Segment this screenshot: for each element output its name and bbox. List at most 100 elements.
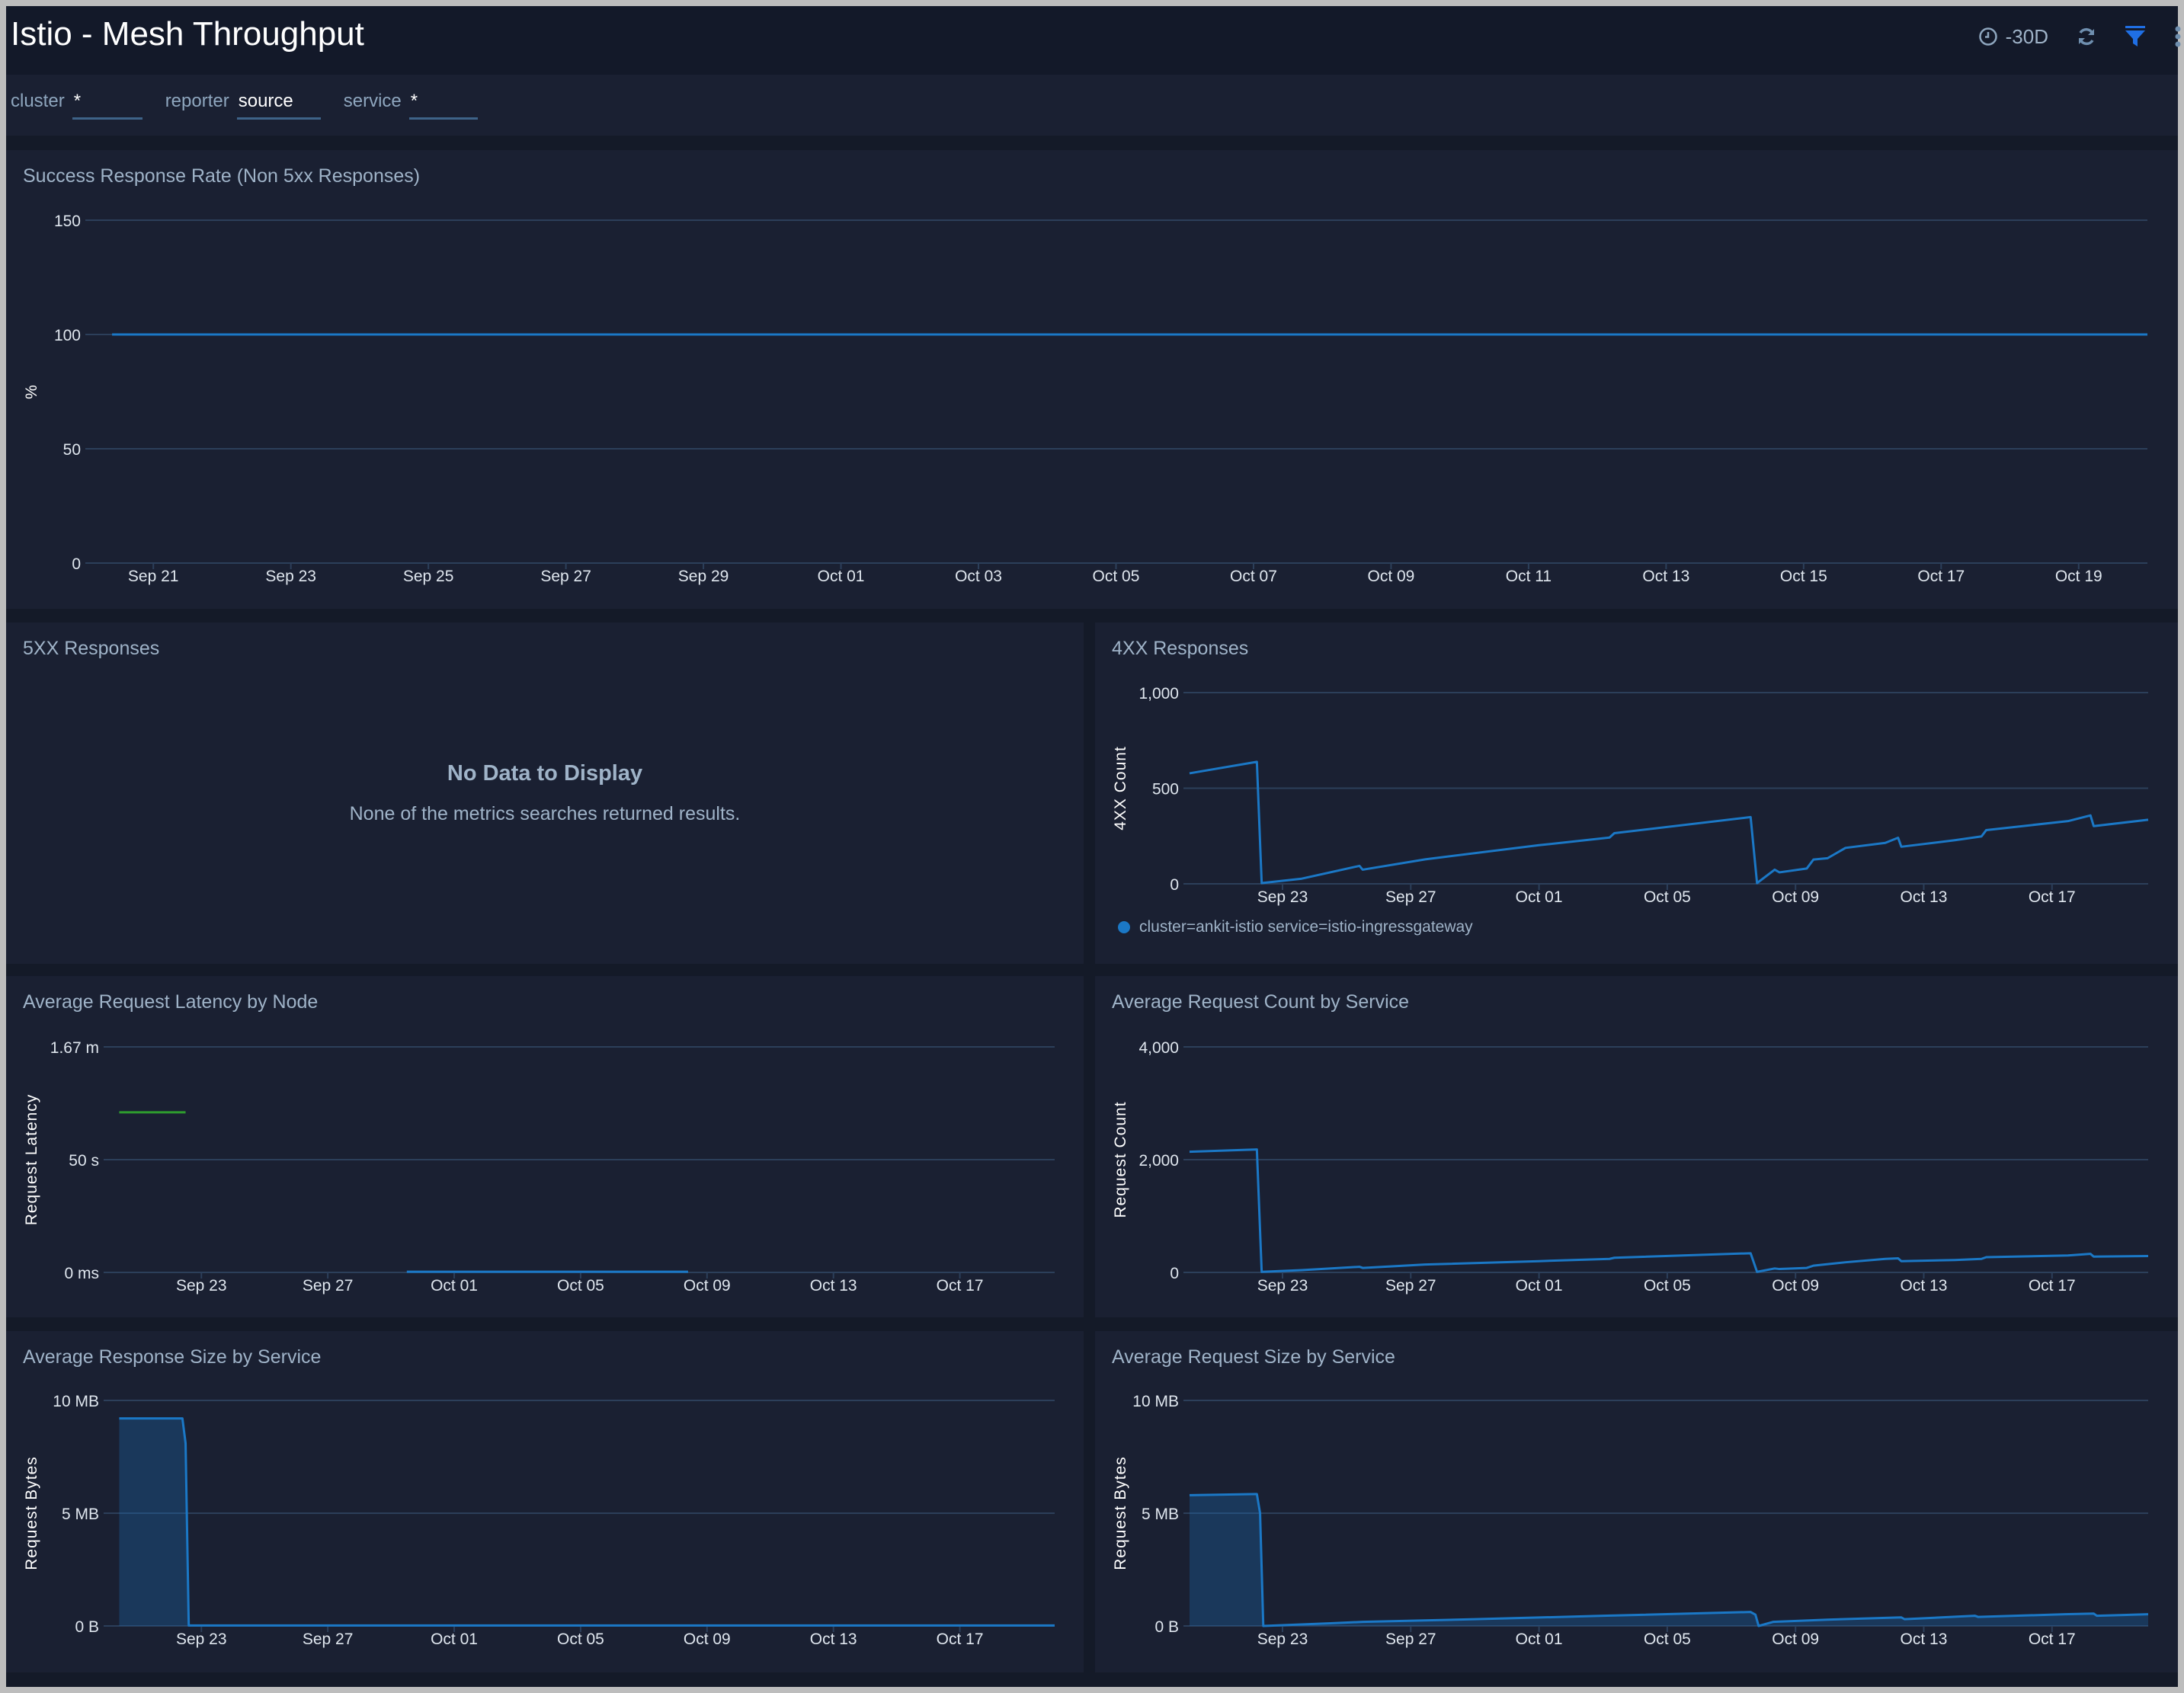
x-tick-label: Sep 23 <box>265 568 316 585</box>
x-tick-label: Oct 17 <box>2029 888 2076 906</box>
reporter-filter-input[interactable]: source <box>236 91 321 120</box>
panel-4xx-responses: 4XX Responses 0 500 1,000 Sep 23 Sep 27 Oct 0… <box>1095 622 2178 964</box>
x-tick-label: Oct 01 <box>818 568 865 585</box>
filter-icon <box>2125 26 2145 46</box>
cluster-filter-input[interactable]: * <box>72 91 143 120</box>
panel-title[interactable]: Average Request Latency by Node <box>23 991 318 1013</box>
y-tick-label: 1.67 m <box>50 1039 99 1057</box>
y-tick-label: 5 MB <box>62 1506 99 1523</box>
y-tick-label: 1,000 <box>1138 685 1179 702</box>
x-tick-label: Oct 17 <box>2029 1631 2076 1648</box>
x-tick-label: Oct 03 <box>955 568 1002 585</box>
dashboard: Istio - Mesh Throughput -30D cluster * r… <box>6 6 2181 1687</box>
series-line <box>1189 760 2149 885</box>
legend-color-swatch <box>1118 921 1130 933</box>
y-tick-label: 0 <box>72 555 81 573</box>
x-tick-label: Oct 09 <box>1772 1277 1819 1295</box>
panel-5xx-responses: 5XX Responses No Data to Display None of… <box>6 622 1084 964</box>
x-tick-label: Sep 27 <box>1385 1631 1436 1648</box>
y-axis-label: 4XX Count <box>1112 746 1129 830</box>
x-tick-label: Oct 17 <box>1917 568 1965 585</box>
no-data-message: None of the metrics searches returned re… <box>349 803 741 824</box>
x-tick-label: Oct 17 <box>937 1631 984 1648</box>
x-tick-label: Oct 05 <box>557 1277 604 1295</box>
y-tick-label: 50 <box>63 441 81 459</box>
x-tick-label: Oct 05 <box>1644 1277 1691 1295</box>
x-tick-label: Oct 19 <box>2055 568 2102 585</box>
x-tick-label: Oct 05 <box>1644 1631 1691 1648</box>
header-controls: -30D <box>1978 21 2181 52</box>
response-size-chart: 0 B 5 MB 10 MB Sep 23 Sep 27 Oct 01 Oct 05 Oct … <box>23 1393 1055 1648</box>
x-tick-label: Oct 05 <box>1644 888 1691 906</box>
y-tick-label: 500 <box>1152 781 1179 798</box>
x-tick-label: Oct 09 <box>1772 1631 1819 1648</box>
panel-title[interactable]: Average Request Count by Service <box>1112 991 1409 1013</box>
x-tick-label: Sep 23 <box>176 1631 227 1648</box>
y-axis-label: Request Bytes <box>1112 1456 1129 1570</box>
series-line <box>1189 1148 2149 1273</box>
x-tick-label: Sep 27 <box>1385 1277 1436 1295</box>
x-tick-label: Oct 09 <box>1772 888 1819 906</box>
filter-cluster: cluster * <box>11 86 143 124</box>
dashboard-header: Istio - Mesh Throughput -30D <box>6 6 2181 75</box>
y-tick-label: 150 <box>54 213 81 230</box>
filter-label: reporter <box>165 91 229 111</box>
x-tick-label: Oct 01 <box>1516 1631 1563 1648</box>
x-tick-label: Sep 27 <box>303 1277 354 1295</box>
x-tick-label: Oct 01 <box>431 1277 478 1295</box>
y-tick-label: 2,000 <box>1138 1152 1179 1170</box>
page-title: Istio - Mesh Throughput <box>11 15 364 53</box>
y-tick-label: 50 s <box>69 1152 99 1170</box>
x-tick-label: Oct 17 <box>2029 1277 2076 1295</box>
x-tick-label: Sep 21 <box>128 568 179 585</box>
x-tick-label: Oct 09 <box>684 1277 731 1295</box>
request-count-chart: 0 2,000 4,000 Sep 23 Sep 27 Oct 01 Oct 05 Oct 0… <box>1112 1039 2149 1295</box>
refresh-button[interactable] <box>2076 26 2097 47</box>
panel-title[interactable]: 4XX Responses <box>1112 638 1248 660</box>
more-vertical-icon <box>2175 26 2181 47</box>
x-tick-label: Oct 09 <box>1367 568 1414 585</box>
panel-request-count: Average Request Count by Service 0 2,000 4… <box>1095 976 2178 1317</box>
filter-label: cluster <box>11 91 65 111</box>
success-rate-chart: 0 50 100 150 Sep 21 Sep 23 Sep 25 Sep 27 Sep 29 O… <box>23 213 2148 585</box>
more-options-button[interactable] <box>2173 25 2182 48</box>
panel-title[interactable]: Average Request Size by Service <box>1112 1346 1395 1368</box>
y-tick-label: 0 B <box>1154 1618 1179 1636</box>
panel-title[interactable]: Average Response Size by Service <box>23 1346 321 1368</box>
chart-legend[interactable]: cluster=ankit-istio service=istio-ingres… <box>1118 918 1473 936</box>
y-axis-label: Request Count <box>1112 1101 1129 1218</box>
y-tick-label: 5 MB <box>1142 1506 1179 1523</box>
x-tick-label: Oct 01 <box>1516 1277 1563 1295</box>
filter-button[interactable] <box>2125 25 2146 48</box>
y-tick-label: 10 MB <box>1132 1393 1179 1410</box>
x-tick-label: Oct 13 <box>1642 568 1689 585</box>
filter-reporter: reporter source <box>165 86 321 124</box>
x-tick-label: Sep 27 <box>1385 888 1436 906</box>
request-latency-chart: 0 ms 50 s 1.67 m Sep 23 Sep 27 Oct 01 Oct 05 Oc… <box>23 1039 1055 1295</box>
service-filter-input[interactable]: * <box>408 91 478 120</box>
y-axis-label: Request Latency <box>23 1094 40 1226</box>
x-tick-label: Oct 13 <box>810 1277 857 1295</box>
legend-label: cluster=ankit-istio service=istio-ingres… <box>1139 918 1473 936</box>
x-tick-label: Oct 13 <box>1901 888 1948 906</box>
series-line <box>119 1417 1055 1627</box>
y-tick-label: 0 <box>1170 876 1179 894</box>
no-data-title: No Data to Display <box>447 761 643 786</box>
filter-bar: cluster * reporter source service * <box>6 75 2178 136</box>
panel-title[interactable]: 5XX Responses <box>23 638 159 660</box>
x-tick-label: Sep 27 <box>540 568 591 585</box>
y-tick-label: 4,000 <box>1138 1039 1179 1057</box>
series-area <box>119 1418 1055 1626</box>
x-tick-label: Sep 27 <box>303 1631 354 1648</box>
panel-success-rate: Success Response Rate (Non 5xx Responses… <box>6 150 2178 609</box>
x-tick-label: Oct 13 <box>1901 1277 1948 1295</box>
y-tick-label: 0 B <box>75 1618 99 1636</box>
y-axis-label: Request Bytes <box>23 1456 40 1570</box>
x-tick-label: Oct 05 <box>1093 568 1140 585</box>
x-tick-label: Oct 05 <box>557 1631 604 1648</box>
time-range-button[interactable]: -30D <box>1978 25 2048 49</box>
refresh-icon <box>2079 27 2094 46</box>
x-tick-label: Oct 11 <box>1506 568 1552 585</box>
panel-title[interactable]: Success Response Rate (Non 5xx Responses… <box>23 165 420 187</box>
x-tick-label: Oct 17 <box>937 1277 984 1295</box>
